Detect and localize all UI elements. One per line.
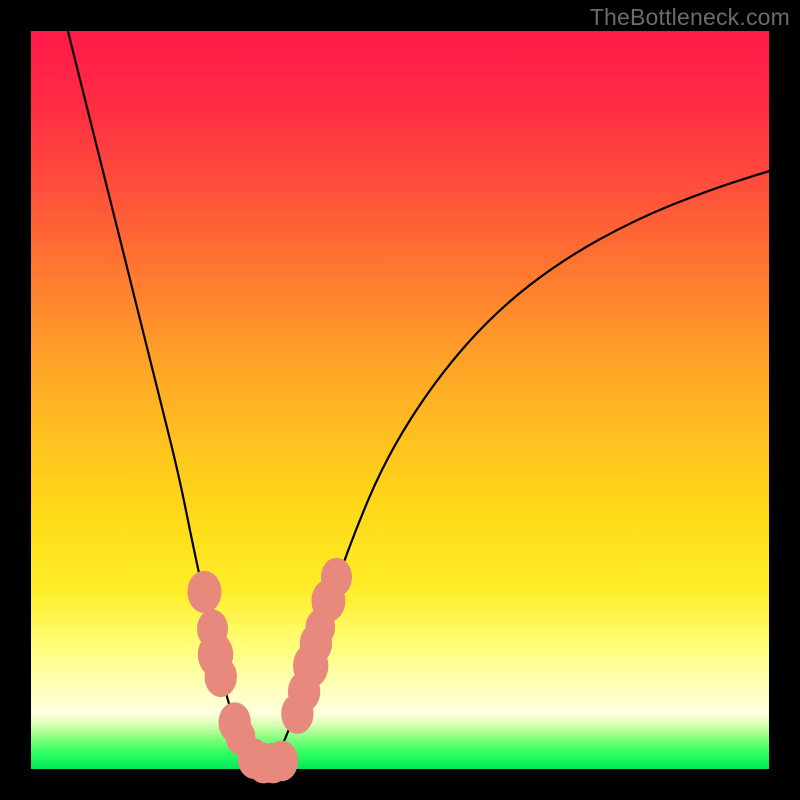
marker-dot — [187, 571, 221, 613]
marker-dot — [321, 558, 352, 597]
marker-dot — [205, 657, 237, 698]
chart-frame: TheBottleneck.com — [0, 0, 800, 800]
plot-area — [31, 31, 769, 769]
bottleneck-curve — [68, 31, 769, 764]
highlighted-points — [187, 558, 352, 784]
marker-dot — [266, 741, 298, 782]
watermark-text: TheBottleneck.com — [590, 4, 790, 31]
chart-svg — [31, 31, 769, 769]
